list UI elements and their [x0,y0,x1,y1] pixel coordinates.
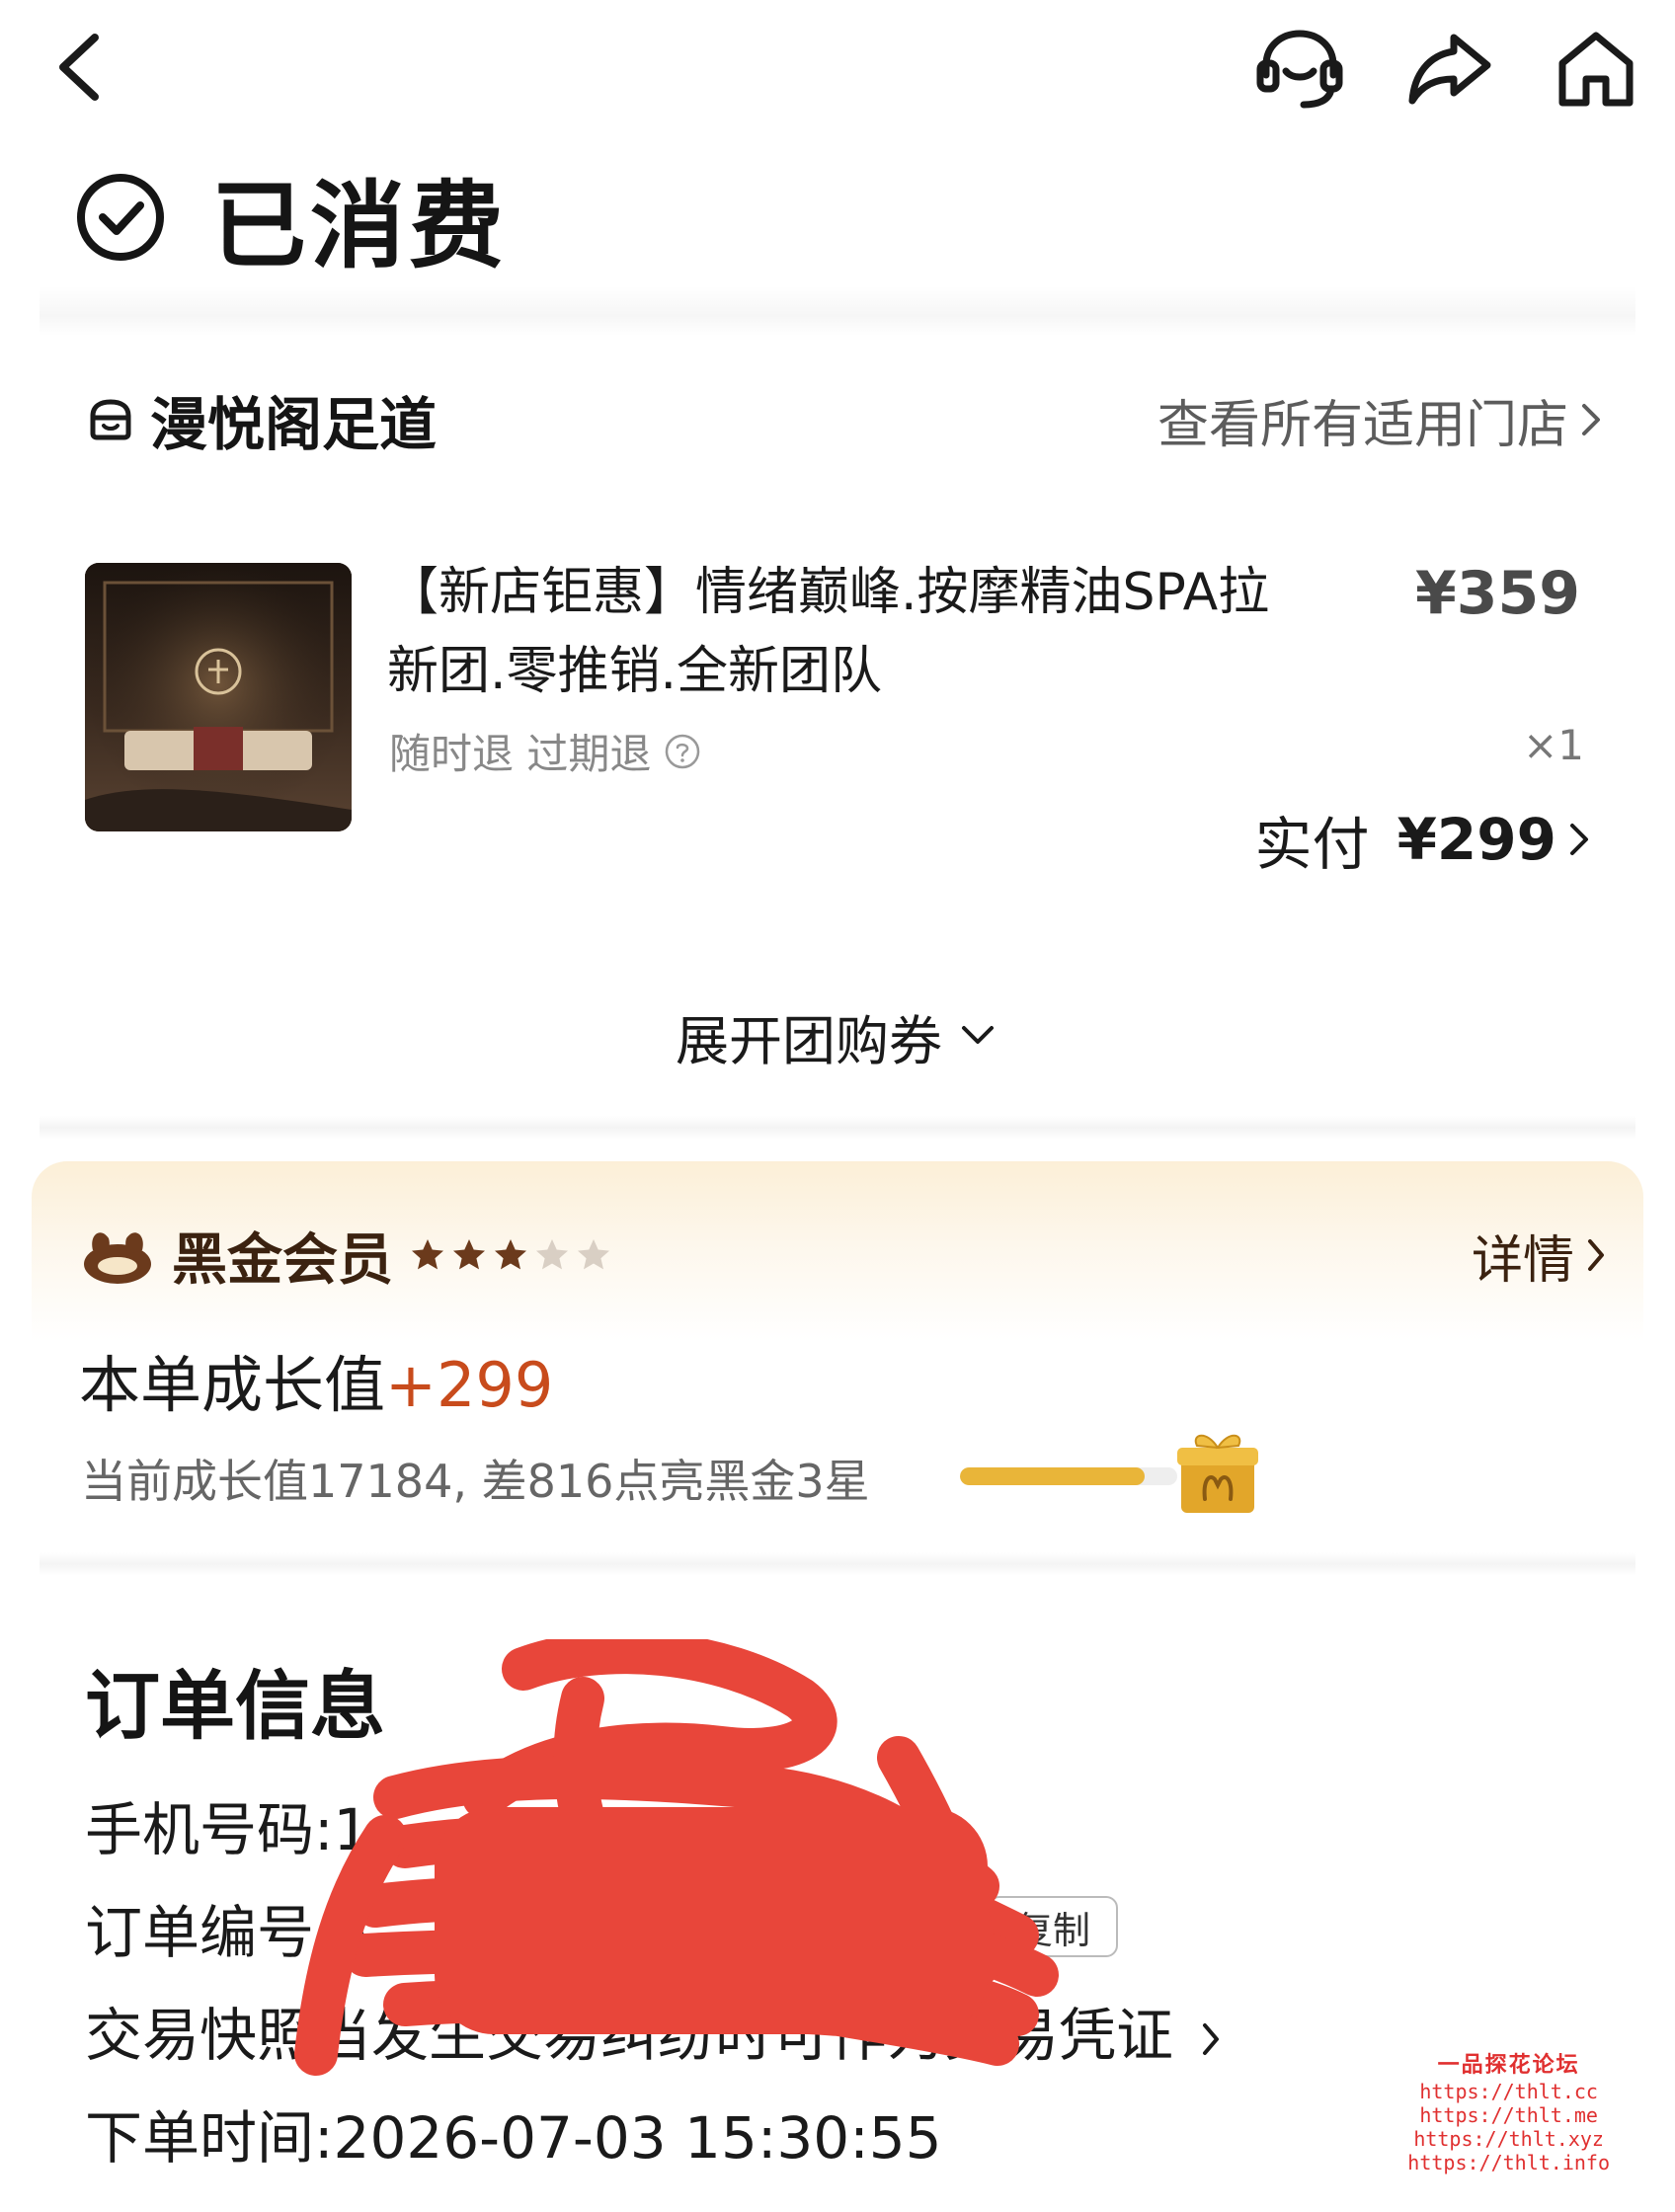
chevron-right-icon [1570,824,1588,855]
top-bar [0,0,1675,138]
divider [40,286,1635,336]
watermark-title: 一品探花论坛 [1437,2053,1580,2078]
original-price: ¥359 [1415,559,1580,628]
question-mark-icon[interactable] [663,732,702,771]
status-title: 已消费 [211,170,508,281]
expand-coupons-label: 展开团购券 [676,1009,942,1072]
order-growth-value: 本单成长值+299 [79,1335,553,1424]
divider [40,1116,1635,1140]
all-stores-link-label: 查看所有适用门店 [1157,395,1568,455]
product-title[interactable]: 【新店钜惠】情绪巅峰.按摩精油SPA拉 新团.零推销.全新团队 [387,553,1375,711]
share-icon[interactable] [1402,24,1497,113]
star-empty-icon [578,1239,609,1270]
star-filled-icon [495,1239,526,1270]
order-time-value: 2026-07-03 15:30:55 [333,2104,942,2172]
star-empty-icon [536,1239,568,1270]
quantity: ×1 [1523,721,1584,769]
shop-name-group[interactable]: 漫悦阁足道 [87,375,437,464]
product-title-line2: 新团.零推销.全新团队 [387,642,883,701]
chevron-right-icon [1203,2022,1220,2055]
chevron-right-icon [1588,1239,1604,1271]
refund-policy: 随时退 过期退 [389,721,702,781]
watermark-url: https://thlt.xyz [1413,2127,1604,2151]
paid-label: 实付 [1254,811,1370,878]
membership-title: 黑金会员 [172,1227,393,1293]
kangaroo-logo-icon [84,1232,151,1284]
back-arrow-icon[interactable] [47,28,117,107]
star-filled-icon [412,1239,443,1270]
growth-progress-fill [960,1467,1145,1485]
membership-detail-link[interactable]: 详情 [1472,1211,1608,1300]
product-title-line1: 【新店钜惠】情绪巅峰.按摩精油SPA拉 [387,563,1270,622]
watermark-url: https://thlt.me [1419,2103,1598,2127]
home-icon[interactable] [1549,24,1643,113]
growth-value: +299 [385,1349,554,1421]
growth-label: 本单成长值 [79,1349,386,1421]
product-thumbnail[interactable] [85,563,352,831]
expand-coupons-button[interactable]: 展开团购券 [0,991,1675,1080]
order-status-header: 已消费 [75,158,508,281]
chevron-right-icon [1582,404,1600,435]
chevron-down-icon [962,1026,994,1044]
shop-name: 漫悦阁足道 [150,391,438,458]
watermark: 一品探花论坛 https://thlt.cc https://thlt.me h… [1407,2053,1610,2175]
membership-stars [409,1236,616,1274]
refund-policy-text: 随时退 过期退 [389,730,652,778]
gift-box-icon[interactable] [1173,1424,1262,1519]
membership-detail-label: 详情 [1471,1230,1574,1291]
order-detail-page: 已消费 漫悦阁足道 查看所有适用门店 【新店钜惠】情绪巅峰.按摩精油SPA拉 新… [0,0,1675,2212]
check-circle-icon [77,174,164,261]
watermark-url: https://thlt.info [1407,2151,1610,2174]
star-filled-icon [453,1239,485,1270]
shop-row: 漫悦阁足道 查看所有适用门店 [87,375,1604,464]
divider [40,1552,1635,1576]
membership-header: 黑金会员 [79,1211,616,1300]
shop-icon [90,399,131,440]
snapshot-label: 交易快照 [85,2002,315,2069]
paid-amount: ¥299 [1396,806,1556,873]
order-time-row: 下单时间:2026-07-03 15:30:55 [85,2092,942,2174]
all-stores-link[interactable]: 查看所有适用门店 [1157,375,1604,464]
paid-amount-row[interactable]: 实付 ¥299 [1255,800,1592,879]
watermark-url: https://thlt.cc [1419,2080,1598,2103]
redaction-scribble [294,1639,1059,2076]
order-time-label: 下单时间: [85,2104,334,2172]
growth-status: 当前成长值17184, 差816点亮黑金3星 [81,1455,870,1508]
customer-service-icon[interactable] [1252,24,1347,113]
growth-progress-bar [960,1467,1177,1485]
